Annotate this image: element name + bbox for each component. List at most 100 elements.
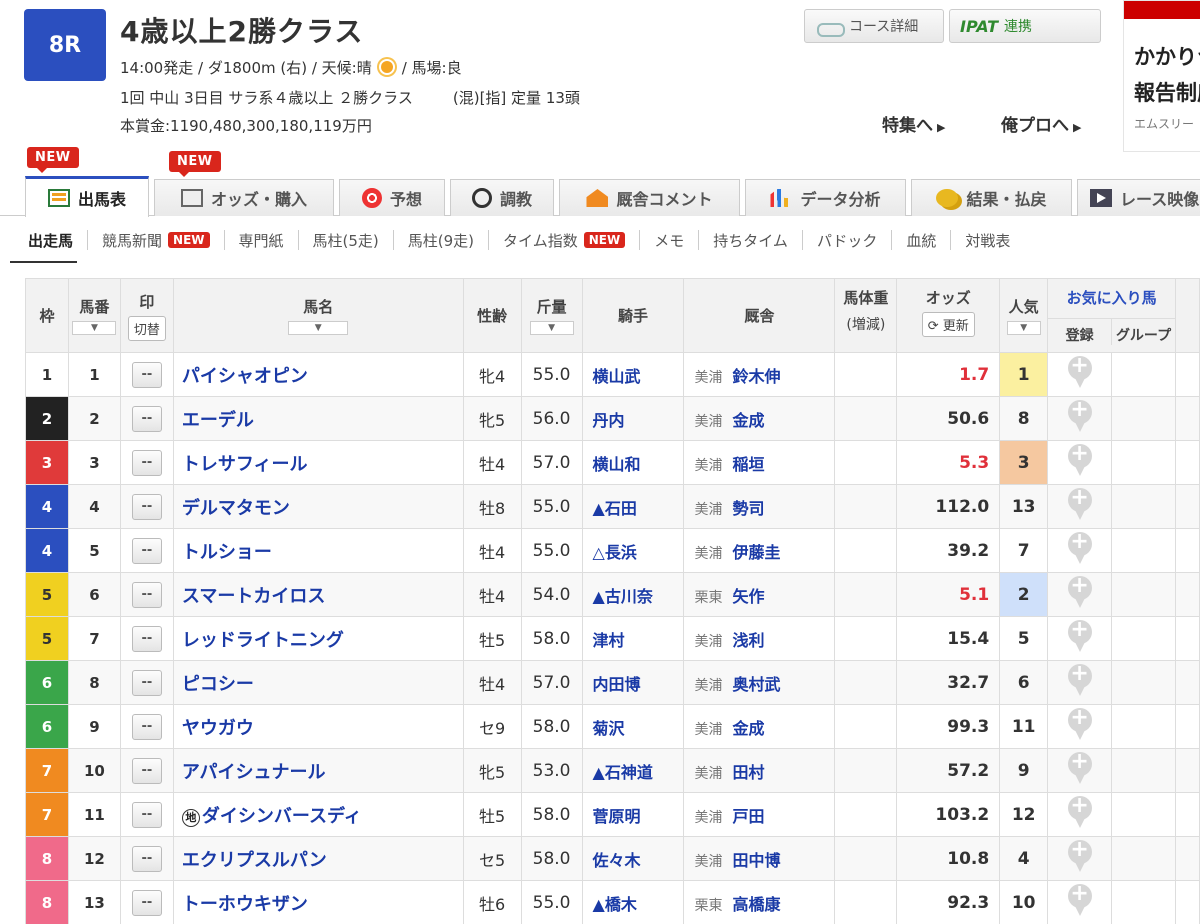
trainer-link[interactable]: 高橋康 xyxy=(732,895,780,914)
subnav-keiba-shinbun[interactable]: 競馬新聞 NEW xyxy=(87,230,224,250)
chevron-down-icon[interactable]: ▼ xyxy=(1006,321,1041,335)
header-name[interactable]: 馬名 ▼ xyxy=(172,278,464,353)
tab-stable-comment[interactable]: 厩舎コメント xyxy=(559,179,740,216)
horse-name-link[interactable]: デルマタモン xyxy=(182,498,290,519)
trainer-link[interactable]: 稲垣 xyxy=(732,455,764,474)
ad-banner[interactable]: かかりつけ 報告制度 エムスリー xyxy=(1123,0,1200,152)
add-favorite-icon[interactable] xyxy=(1067,881,1093,918)
table-row[interactable]: 3 3 -- トレサフィール 牡4 57.0 横山和 美浦 稲垣 5.3 3 xyxy=(25,440,1200,485)
jockey-link[interactable]: 内田博 xyxy=(593,675,641,694)
odds-refresh-button[interactable]: ⟳ 更新 xyxy=(921,312,975,337)
subnav-mochi-time[interactable]: 持ちタイム xyxy=(698,230,802,250)
mark-select[interactable]: -- xyxy=(131,361,162,388)
mark-select[interactable]: -- xyxy=(131,581,162,608)
trainer-link[interactable]: 奥村武 xyxy=(732,675,780,694)
horse-name-link[interactable]: トレサフィール xyxy=(182,454,308,475)
tab-shutsuba[interactable]: 出馬表 xyxy=(25,176,149,217)
trainer-link[interactable]: 金成 xyxy=(732,411,764,430)
table-row[interactable]: 5 7 -- レッドライトニング 牡5 58.0 津村 美浦 浅利 15.4 5 xyxy=(25,616,1200,661)
course-detail-button[interactable]: コース詳細 xyxy=(804,9,944,43)
horse-name-link[interactable]: アパイシュナール xyxy=(182,762,326,783)
table-row[interactable]: 2 2 -- エーデル 牝5 56.0 丹内 美浦 金成 50.6 8 xyxy=(25,396,1200,441)
mark-select[interactable]: -- xyxy=(131,757,162,784)
trainer-link[interactable]: 矢作 xyxy=(732,587,764,606)
add-favorite-icon[interactable] xyxy=(1067,749,1093,786)
tab-race-video[interactable]: レース映像 xyxy=(1077,179,1200,216)
add-favorite-icon[interactable] xyxy=(1067,485,1093,522)
tab-results[interactable]: 結果・払戻 xyxy=(911,179,1072,216)
trainer-link[interactable]: 金成 xyxy=(732,719,764,738)
tab-odds[interactable]: オッズ・購入 xyxy=(154,179,334,216)
add-favorite-icon[interactable] xyxy=(1067,529,1093,566)
horse-name-link[interactable]: ピコシー xyxy=(182,674,254,695)
tokushu-link[interactable]: 特集へ ▶ xyxy=(882,111,945,136)
horse-name-link[interactable]: トーホウキザン xyxy=(182,894,308,915)
mark-select[interactable]: -- xyxy=(131,449,162,476)
table-row[interactable]: 4 5 -- トルショー 牡4 55.0 △長浜 美浦 伊藤圭 39.2 7 xyxy=(25,528,1200,573)
chevron-down-icon[interactable]: ▼ xyxy=(529,321,574,335)
jockey-link[interactable]: ▲石神道 xyxy=(593,763,653,782)
jockey-link[interactable]: 横山和 xyxy=(593,455,641,474)
table-row[interactable]: 5 6 -- スマートカイロス 牡4 54.0 ▲古川奈 栗東 矢作 5.1 2 xyxy=(25,572,1200,617)
header-kinryo[interactable]: 斤量 ▼ xyxy=(520,278,583,353)
jockey-link[interactable]: ▲橋木 xyxy=(593,895,637,914)
chevron-down-icon[interactable]: ▼ xyxy=(72,321,117,335)
trainer-link[interactable]: 戸田 xyxy=(732,807,764,826)
trainer-link[interactable]: 伊藤圭 xyxy=(732,543,780,562)
tab-data-analysis[interactable]: データ分析 xyxy=(745,179,906,216)
horse-name-link[interactable]: エーデル xyxy=(182,410,254,431)
jockey-link[interactable]: 菅原明 xyxy=(593,807,641,826)
add-favorite-icon[interactable] xyxy=(1067,353,1093,390)
subnav-memo[interactable]: メモ xyxy=(639,230,698,250)
subnav-shussouba[interactable]: 出走馬 xyxy=(0,230,87,263)
horse-name-link[interactable]: トルショー xyxy=(182,542,272,563)
subnav-senmonshi[interactable]: 専門紙 xyxy=(223,230,298,250)
mark-select[interactable]: -- xyxy=(131,713,162,740)
trainer-link[interactable]: 田村 xyxy=(732,763,764,782)
mark-select[interactable]: -- xyxy=(131,889,162,916)
add-favorite-icon[interactable] xyxy=(1067,793,1093,830)
trainer-link[interactable]: 浅利 xyxy=(732,631,764,650)
subnav-time-index[interactable]: タイム指数 NEW xyxy=(488,230,639,250)
mark-select[interactable]: -- xyxy=(131,669,162,696)
add-favorite-icon[interactable] xyxy=(1067,573,1093,610)
jockey-link[interactable]: 佐々木 xyxy=(593,851,641,870)
table-row[interactable]: 1 1 -- パイシャオピン 牝4 55.0 横山武 美浦 鈴木伸 1.7 1 xyxy=(25,352,1200,397)
ipat-link-button[interactable]: IPAT 連携 xyxy=(949,9,1101,43)
mark-select[interactable]: -- xyxy=(131,625,162,652)
jockey-link[interactable]: 丹内 xyxy=(593,411,625,430)
table-row[interactable]: 8 13 -- トーホウキザン 牡6 55.0 ▲橋木 栗東 高橋康 92.3 1… xyxy=(25,880,1200,924)
horse-name-link[interactable]: ダイシンバースディ xyxy=(202,806,362,827)
add-favorite-icon[interactable] xyxy=(1067,705,1093,742)
jockey-link[interactable]: 津村 xyxy=(593,631,625,650)
mark-toggle-button[interactable]: 切替 xyxy=(127,315,166,341)
subnav-umabashira-9[interactable]: 馬柱(9走) xyxy=(392,230,488,250)
jockey-link[interactable]: 横山武 xyxy=(593,367,641,386)
mark-select[interactable]: -- xyxy=(131,537,162,564)
tab-chokyo[interactable]: 調教 xyxy=(450,179,554,216)
table-row[interactable]: 7 10 -- アパイシュナール 牝5 53.0 ▲石神道 美浦 田村 57.2 … xyxy=(25,748,1200,793)
chevron-down-icon[interactable]: ▼ xyxy=(288,321,349,335)
subnav-pedigree[interactable]: 血統 xyxy=(891,230,950,250)
trainer-link[interactable]: 勢司 xyxy=(732,499,764,518)
add-favorite-icon[interactable] xyxy=(1067,661,1093,698)
add-favorite-icon[interactable] xyxy=(1067,617,1093,654)
orepro-link[interactable]: 俺プロへ ▶ xyxy=(1001,111,1081,136)
subnav-taisenhyo[interactable]: 対戦表 xyxy=(950,230,1024,250)
table-row[interactable]: 4 4 -- デルマタモン 牡8 55.0 ▲石田 美浦 勢司 112.0 13 xyxy=(25,484,1200,529)
horse-name-link[interactable]: パイシャオピン xyxy=(182,366,308,387)
mark-select[interactable]: -- xyxy=(131,493,162,520)
trainer-link[interactable]: 鈴木伸 xyxy=(732,367,780,386)
table-row[interactable]: 8 12 -- エクリプスルパン セ5 58.0 佐々木 美浦 田中博 10.8 … xyxy=(25,836,1200,881)
horse-name-link[interactable]: ヤウガウ xyxy=(182,718,254,739)
table-row[interactable]: 6 9 -- ヤウガウ セ9 58.0 菊沢 美浦 金成 99.3 11 xyxy=(25,704,1200,749)
trainer-link[interactable]: 田中博 xyxy=(732,851,780,870)
subnav-paddock[interactable]: パドック xyxy=(801,230,891,250)
subnav-umabashira-5[interactable]: 馬柱(5走) xyxy=(297,230,393,250)
jockey-link[interactable]: 菊沢 xyxy=(593,719,625,738)
table-row[interactable]: 6 8 -- ピコシー 牡4 57.0 内田博 美浦 奥村武 32.7 6 xyxy=(25,660,1200,705)
jockey-link[interactable]: △長浜 xyxy=(593,543,637,562)
add-favorite-icon[interactable] xyxy=(1067,397,1093,434)
horse-name-link[interactable]: エクリプスルパン xyxy=(182,850,327,871)
table-row[interactable]: 7 11 -- 地ダイシンバースディ 牡5 58.0 菅原明 美浦 戸田 103.… xyxy=(25,792,1200,837)
